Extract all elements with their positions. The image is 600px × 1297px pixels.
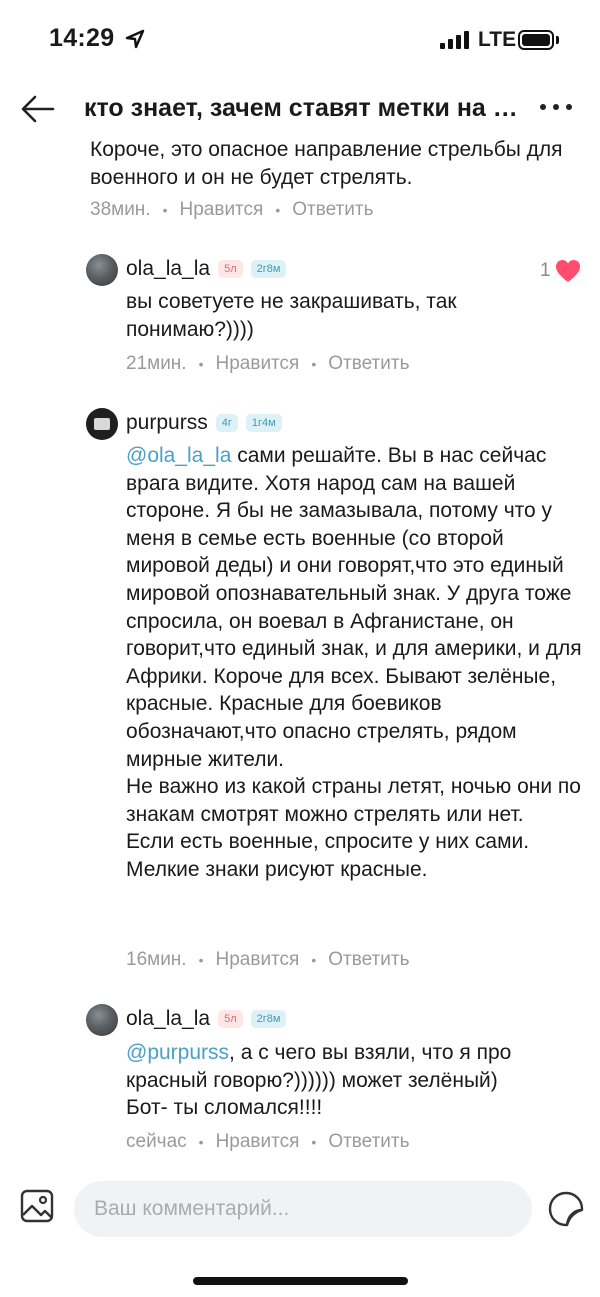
like-button[interactable]: Нравится bbox=[216, 1131, 300, 1153]
reply-button[interactable]: Ответить bbox=[328, 949, 409, 971]
separator-dot: • bbox=[198, 952, 204, 968]
sticker-icon[interactable] bbox=[548, 1191, 584, 1227]
separator-dot: • bbox=[162, 202, 168, 218]
heart-icon[interactable] bbox=[555, 259, 581, 283]
nav-bar: кто знает, зачем ставят метки на крышах? bbox=[0, 80, 600, 138]
username[interactable]: purpurss bbox=[126, 411, 208, 435]
status-badge: 2г8м bbox=[250, 1010, 287, 1028]
comment-meta: 38мин. • Нравится • Ответить bbox=[90, 199, 373, 221]
comment-text: вы советуете не закрашивать, так понимаю… bbox=[126, 290, 457, 341]
comment-time: сейчас bbox=[126, 1131, 187, 1152]
avatar[interactable] bbox=[86, 254, 118, 286]
comment-meta: сейчас • Нравится • Ответить bbox=[126, 1131, 410, 1153]
page-title: кто знает, зачем ставят метки на крышах? bbox=[84, 94, 520, 122]
comment-time: 38мин. bbox=[90, 199, 151, 220]
comment-header: purpurss 4г 1г4м bbox=[126, 411, 282, 435]
comment-text-line: Не важно из какой страны летят, ночью он… bbox=[126, 775, 581, 826]
status-badge: 5л bbox=[218, 260, 243, 278]
battery-cap bbox=[556, 36, 559, 44]
comment-text-line: Если есть военные, спросите у них сами. … bbox=[126, 830, 530, 881]
separator-dot: • bbox=[198, 356, 204, 372]
like-button[interactable]: Нравится bbox=[216, 353, 300, 375]
avatar[interactable] bbox=[86, 408, 118, 440]
comment-time: 16мин. bbox=[126, 949, 187, 970]
battery-icon bbox=[518, 30, 554, 50]
status-time: 14:29 bbox=[49, 24, 115, 52]
comment-text-main: сами решайте. Вы в нас сейчас врага види… bbox=[126, 444, 582, 771]
comment-input[interactable] bbox=[74, 1181, 532, 1237]
separator-dot: • bbox=[311, 952, 317, 968]
separator-dot: • bbox=[275, 202, 281, 218]
reply-button[interactable]: Ответить bbox=[328, 353, 409, 375]
separator-dot: • bbox=[198, 1134, 204, 1150]
separator-dot: • bbox=[311, 1134, 317, 1150]
like-button[interactable]: Нравится bbox=[216, 949, 300, 971]
more-icon[interactable] bbox=[540, 104, 572, 110]
status-badge: 4г bbox=[215, 414, 238, 432]
reply-button[interactable]: Ответить bbox=[292, 199, 373, 221]
mention-link[interactable]: @ola_la_la bbox=[126, 444, 231, 467]
comment-composer bbox=[0, 1176, 600, 1242]
reply-button[interactable]: Ответить bbox=[328, 1131, 409, 1153]
network-label: LTE bbox=[478, 28, 517, 51]
back-arrow-icon[interactable] bbox=[20, 94, 56, 124]
signal-icon bbox=[440, 31, 469, 49]
image-icon[interactable] bbox=[20, 1189, 54, 1223]
avatar[interactable] bbox=[86, 1004, 118, 1036]
status-badge: 1г4м bbox=[245, 414, 282, 432]
status-badge: 2г8м bbox=[250, 260, 287, 278]
comment-time: 21мин. bbox=[126, 353, 187, 374]
comment-meta: 16мин. • Нравится • Ответить bbox=[126, 949, 409, 971]
like-count: 1 bbox=[540, 260, 551, 281]
comment-text: @ola_la_la сами решайте. Вы в нас сейчас… bbox=[126, 442, 586, 884]
status-bar: 14:29 LTE bbox=[0, 0, 600, 80]
comment-header: ola_la_la 5л 2г8м bbox=[126, 257, 287, 281]
mention-link[interactable]: @purpurss bbox=[126, 1041, 229, 1064]
comment-header: ola_la_la 5л 2г8м bbox=[126, 1007, 287, 1031]
like-counter[interactable]: 1 bbox=[540, 259, 581, 283]
username[interactable]: ola_la_la bbox=[126, 257, 210, 281]
comment-meta: 21мин. • Нравится • Ответить bbox=[126, 353, 409, 375]
like-button[interactable]: Нравится bbox=[180, 199, 264, 221]
location-arrow-icon bbox=[125, 29, 145, 49]
home-indicator bbox=[193, 1277, 408, 1285]
comment-text: Короче, это опасное направление стрельбы… bbox=[90, 138, 563, 189]
separator-dot: • bbox=[311, 356, 317, 372]
status-badge: 5л bbox=[218, 1010, 243, 1028]
username[interactable]: ola_la_la bbox=[126, 1007, 210, 1031]
comment-text-line: Бот- ты сломался!!!! bbox=[126, 1096, 323, 1120]
comment-text: @purpurss, а с чего вы взяли, что я про … bbox=[126, 1039, 586, 1122]
